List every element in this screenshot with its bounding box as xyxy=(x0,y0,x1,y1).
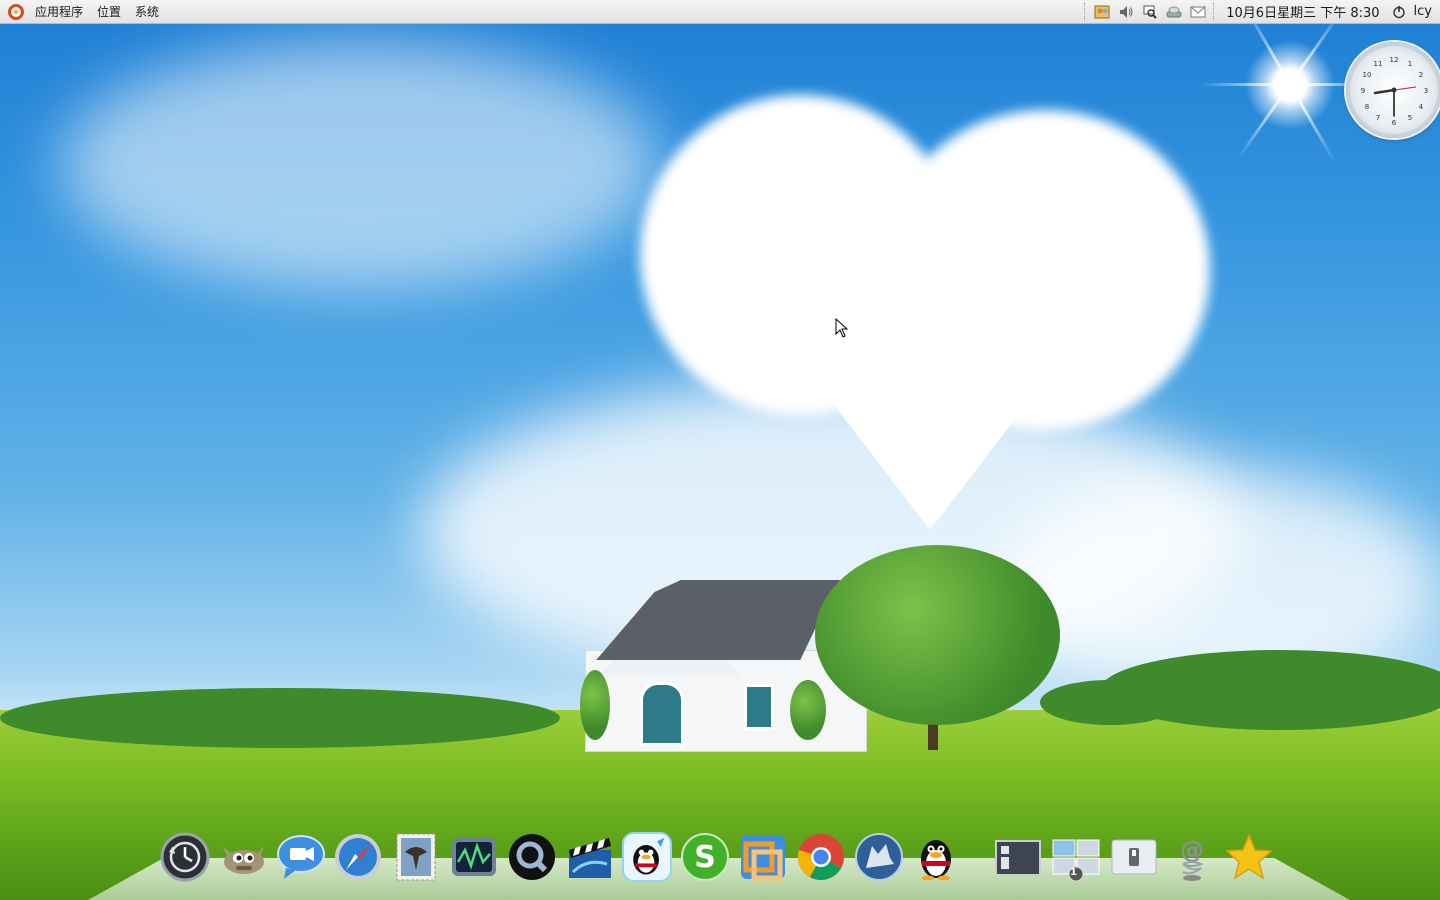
qq-penguin-icon xyxy=(633,837,665,875)
svg-text:S: S xyxy=(694,840,716,875)
clock-numeral: 2 xyxy=(1419,71,1423,79)
volume-icon[interactable] xyxy=(1117,4,1135,20)
video-chat-icon xyxy=(276,835,325,879)
clock-pivot xyxy=(1391,87,1397,93)
dock-safari[interactable] xyxy=(333,832,383,882)
sky-haze xyxy=(60,40,660,290)
user-menu[interactable]: lcy xyxy=(1414,4,1432,19)
dock-email[interactable]: @ xyxy=(1167,832,1217,882)
tree-canopy xyxy=(815,545,1060,725)
dock-chrome[interactable] xyxy=(796,832,846,882)
star-icon xyxy=(1225,832,1274,880)
dock-workspace-switcher[interactable]: 1 xyxy=(1051,832,1101,882)
clock-second-hand xyxy=(1393,86,1417,91)
dock-quicktime[interactable] xyxy=(507,832,557,882)
safari-compass-icon xyxy=(335,834,382,880)
show-desktop-icon xyxy=(995,840,1042,876)
menu-applications[interactable]: 应用程序 xyxy=(28,3,90,20)
dock-qq[interactable] xyxy=(911,832,961,882)
network-search-icon[interactable] xyxy=(1141,4,1159,20)
power-icon[interactable] xyxy=(1390,4,1408,20)
dock-ichat-video[interactable] xyxy=(276,832,326,882)
workspace-badge: 1 xyxy=(1069,867,1077,878)
dock-time-machine[interactable] xyxy=(160,832,210,882)
menu-places[interactable]: 位置 xyxy=(90,3,128,20)
dock-favorites[interactable] xyxy=(1224,832,1274,882)
at-sign-icon: @ xyxy=(1180,836,1204,881)
dock: S 1 @ xyxy=(160,822,1280,882)
contacts-icon[interactable] xyxy=(1093,4,1111,20)
network-wired-icon[interactable] xyxy=(1165,4,1183,20)
clock-numeral: 11 xyxy=(1374,60,1383,68)
wolf-icon xyxy=(854,833,903,881)
dock-qq-chat[interactable] xyxy=(622,832,673,882)
clock-numeral: 6 xyxy=(1392,119,1397,127)
clock-numeral: 9 xyxy=(1361,87,1365,95)
clock-numeral: 7 xyxy=(1376,114,1380,122)
mouse-cursor-icon xyxy=(835,318,849,338)
top-panel: 应用程序 位置 系统 10月6日星期三 下午 8:30 lcy xyxy=(0,0,1440,24)
gimp-icon xyxy=(221,846,264,874)
dock-mail-stamp[interactable] xyxy=(391,832,441,882)
quicktime-icon xyxy=(508,834,555,880)
dock-show-desktop[interactable] xyxy=(993,832,1043,882)
clock-numeral: 1 xyxy=(1408,60,1412,68)
desktop: 应用程序 位置 系统 10月6日星期三 下午 8:30 lcy 12 1 2 3… xyxy=(0,0,1440,900)
ubuntu-logo-icon[interactable] xyxy=(8,3,24,20)
panel-clock[interactable]: 10月6日星期三 下午 8:30 xyxy=(1222,2,1383,21)
dock-wolf[interactable] xyxy=(854,832,904,882)
house-window xyxy=(640,682,684,746)
dock-gimp[interactable] xyxy=(218,832,268,882)
skype-icon: S xyxy=(681,833,730,881)
treeline-left xyxy=(0,688,560,748)
clapper-icon xyxy=(568,838,611,878)
panel-separator xyxy=(1084,2,1087,21)
clock-numeral: 10 xyxy=(1363,71,1372,79)
vmware-icon xyxy=(740,835,785,881)
clock-hour-hand xyxy=(1373,88,1396,95)
panel-tray: 10月6日星期三 下午 8:30 lcy xyxy=(1084,0,1440,23)
panel-separator xyxy=(1213,2,1216,21)
qq-penguin-icon xyxy=(921,840,952,881)
treeline-right-small xyxy=(1040,680,1180,725)
shrub xyxy=(580,670,610,740)
clock-face: 12 1 2 3 4 5 6 7 8 9 10 11 xyxy=(1361,56,1428,127)
clock-widget[interactable]: 12 1 2 3 4 5 6 7 8 9 10 11 xyxy=(1346,42,1440,138)
toggle-switch-icon xyxy=(1111,839,1157,875)
clock-numeral: 8 xyxy=(1365,103,1369,111)
house-window xyxy=(744,684,774,730)
clock-numeral: 4 xyxy=(1419,103,1424,111)
chrome-icon xyxy=(797,834,844,880)
clock-numeral: 12 xyxy=(1390,56,1399,64)
dock-vmware[interactable] xyxy=(738,832,788,882)
shrub xyxy=(790,680,826,740)
activity-monitor-icon xyxy=(451,838,496,876)
dock-activity-monitor[interactable] xyxy=(449,832,499,882)
time-machine-icon xyxy=(160,832,210,882)
menu-system[interactable]: 系统 xyxy=(128,3,166,20)
sun xyxy=(1245,40,1335,130)
clock-numeral: 5 xyxy=(1408,114,1412,122)
stamp-eagle-icon xyxy=(396,833,436,881)
dock-video-editor[interactable] xyxy=(565,832,615,882)
dock-toggle-switch[interactable] xyxy=(1109,832,1159,882)
mail-icon[interactable] xyxy=(1189,4,1207,20)
dock-skype[interactable]: S xyxy=(680,832,730,882)
panel-menus: 应用程序 位置 系统 xyxy=(0,0,166,23)
svg-text:@: @ xyxy=(1180,836,1204,864)
clock-numeral: 3 xyxy=(1424,87,1428,95)
